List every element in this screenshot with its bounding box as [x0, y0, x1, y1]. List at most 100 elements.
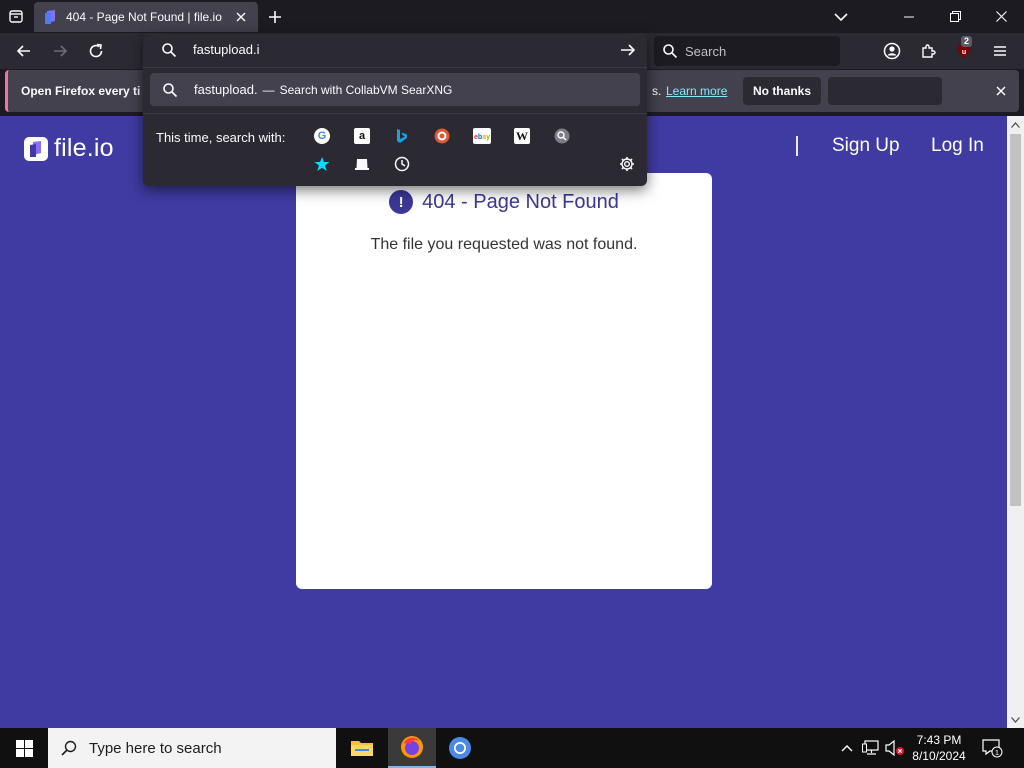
sign-up-link[interactable]: Sign Up — [832, 135, 900, 157]
start-button[interactable] — [0, 728, 48, 768]
show-hidden-icons-button[interactable] — [838, 728, 856, 768]
engine-duckduckgo-button[interactable] — [429, 123, 455, 149]
suggestion-dash: — — [262, 82, 275, 97]
search-suggestion-row[interactable]: fastupload. — Search with CollabVM SearX… — [150, 73, 640, 106]
minimize-button[interactable] — [886, 0, 932, 33]
search-bar-placeholder: Search — [685, 43, 727, 59]
app-menu-button[interactable] — [986, 37, 1014, 65]
search-bar[interactable]: Search — [654, 36, 840, 66]
reload-icon — [89, 43, 103, 58]
tabs-search-button[interactable] — [349, 151, 375, 177]
taskbar-clock[interactable]: 7:43 PM 8/10/2024 — [906, 732, 972, 764]
engine-ebay-button[interactable]: ebay — [469, 123, 495, 149]
tab-strip: 404 - Page Not Found | file.io — [0, 0, 1024, 33]
list-all-tabs-button[interactable] — [830, 6, 852, 28]
arrow-right-icon — [621, 44, 636, 56]
new-tab-button[interactable] — [264, 6, 286, 28]
amazon-icon: a — [354, 128, 370, 144]
tab-close-button[interactable] — [232, 8, 250, 26]
chromium-icon — [449, 737, 471, 759]
network-tray-button[interactable] — [860, 728, 882, 768]
duckduckgo-icon — [434, 128, 450, 144]
tab-list-icon — [9, 10, 23, 23]
learn-more-link[interactable]: Learn more — [666, 84, 727, 98]
bing-icon — [397, 129, 407, 143]
search-settings-button[interactable] — [614, 151, 640, 177]
engine-searxng-button[interactable] — [549, 123, 575, 149]
chevron-up-icon — [1011, 121, 1020, 128]
file-explorer-taskbar-button[interactable] — [338, 728, 386, 768]
urlbar-dropdown: fastupload.i fastupload. — Search with C… — [143, 33, 647, 186]
reload-button[interactable] — [82, 37, 110, 65]
search-icon — [663, 44, 678, 59]
close-icon — [996, 86, 1006, 96]
go-button[interactable] — [619, 41, 637, 59]
engine-bing-button[interactable] — [389, 123, 415, 149]
logo-text: file.io — [54, 134, 114, 162]
no-thanks-button[interactable]: No thanks — [743, 77, 821, 105]
forward-button[interactable] — [46, 37, 74, 65]
bookmarks-star-icon — [314, 157, 330, 171]
windows-logo-icon — [15, 739, 33, 757]
chromium-taskbar-button[interactable] — [436, 728, 484, 768]
firefox-taskbar-button[interactable] — [388, 728, 436, 768]
account-button[interactable] — [878, 37, 906, 65]
scroll-down-button[interactable] — [1007, 711, 1024, 728]
notification-close-button[interactable] — [991, 81, 1011, 101]
svg-text:ebay: ebay — [474, 134, 490, 141]
fileio-favicon-icon — [45, 10, 55, 24]
hamburger-menu-icon — [994, 46, 1006, 56]
plus-icon — [269, 11, 281, 23]
taskbar-search-box[interactable]: Type here to search — [48, 728, 336, 768]
history-clock-icon — [394, 156, 410, 172]
error-card: ! 404 - Page Not Found The file you requ… — [296, 173, 712, 589]
oneoff-separator — [143, 113, 647, 114]
fileio-logo[interactable]: file.io — [24, 134, 114, 163]
engine-google-button[interactable]: G — [309, 123, 335, 149]
page-scrollbar[interactable] — [1007, 116, 1024, 728]
error-title: 404 - Page Not Found — [422, 190, 619, 213]
active-tab[interactable]: 404 - Page Not Found | file.io — [34, 2, 258, 32]
windows-taskbar: Type here to search 7:43 PM 8/10/2024 1 — [0, 728, 1024, 768]
scroll-up-button[interactable] — [1007, 116, 1024, 133]
google-icon: G — [314, 128, 330, 144]
wikipedia-icon: W — [514, 128, 530, 144]
tab-list-button[interactable] — [5, 5, 27, 27]
extensions-button[interactable] — [914, 37, 942, 65]
scrollbar-thumb[interactable] — [1010, 134, 1021, 506]
url-input[interactable]: fastupload.i — [143, 33, 647, 66]
engine-amazon-button[interactable]: a — [349, 123, 375, 149]
history-search-button[interactable] — [389, 151, 415, 177]
chevron-down-icon — [1011, 716, 1020, 723]
clock-time: 7:43 PM — [916, 733, 962, 747]
svg-text:u: u — [962, 49, 966, 56]
search-icon — [162, 42, 177, 57]
arrow-left-icon — [16, 45, 30, 57]
minimize-icon — [904, 16, 914, 17]
notification-count: 1 — [995, 748, 999, 757]
window-close-button[interactable] — [978, 0, 1024, 33]
arrow-right-icon — [54, 45, 68, 57]
notification-text-tail: s. — [652, 84, 662, 98]
notification-action-button[interactable] — [828, 77, 942, 105]
search-icon — [61, 740, 77, 756]
bookmarks-search-button[interactable] — [309, 151, 335, 177]
tabs-icon — [355, 159, 369, 170]
volume-muted-icon — [885, 740, 904, 756]
engine-wikipedia-button[interactable]: W — [509, 123, 535, 149]
firefox-icon — [401, 736, 423, 758]
searxng-icon — [554, 128, 570, 144]
volume-tray-button[interactable] — [884, 728, 906, 768]
restore-button[interactable] — [932, 0, 978, 33]
action-center-button[interactable]: 1 — [980, 728, 1006, 768]
notification-icon: 1 — [982, 739, 1003, 758]
back-button[interactable] — [10, 37, 38, 65]
error-message: The file you requested was not found. — [370, 236, 638, 253]
page-content: file.io Sign Up Log In ! 404 - Page Not … — [0, 116, 1007, 728]
network-icon — [862, 740, 879, 755]
chevron-up-icon — [841, 745, 853, 752]
log-in-link[interactable]: Log In — [931, 135, 984, 157]
notification-text: Open Firefox every ti — [21, 84, 141, 98]
fileio-logo-icon — [24, 136, 48, 161]
urlbar-separator — [143, 67, 647, 68]
